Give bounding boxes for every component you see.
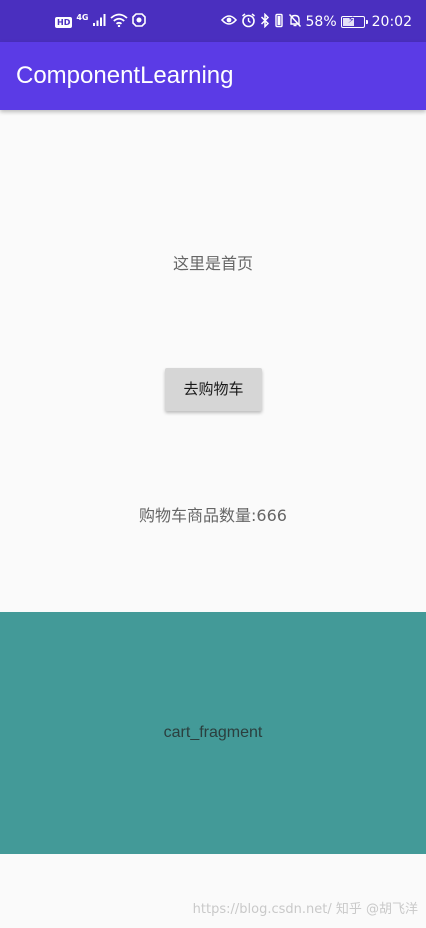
network-badge: 4G [76, 13, 89, 22]
status-bar-right: 58% ⚡ 20:02 [220, 12, 412, 32]
app-title: ComponentLearning [16, 62, 234, 89]
cart-fragment: cart_fragment [0, 612, 426, 854]
bluetooth-icon [260, 12, 270, 32]
vibrate-icon [274, 13, 284, 32]
eye-icon [220, 14, 237, 30]
signal-icon [92, 13, 106, 31]
watermark: https://blog.csdn.net/ 知乎 @胡飞洋 [192, 902, 418, 917]
battery-percent: 58% [305, 14, 337, 30]
battery-icon: ⚡ [340, 15, 368, 28]
cart-count-text: 购物车商品数量:666 [139, 506, 287, 525]
go-to-cart-button[interactable]: 去购物车 [165, 368, 262, 411]
screen: HD 4G 58% ⚡ 20:02 ComponentLearning 这里是首… [0, 0, 426, 928]
alarm-icon [241, 12, 256, 32]
home-label: 这里是首页 [172, 254, 253, 273]
hd-badge: HD [55, 16, 73, 28]
wifi-icon [110, 13, 129, 31]
charging-bolt-icon: ⚡ [347, 15, 355, 26]
shield-app-icon [132, 13, 147, 31]
app-bar: ComponentLearning [0, 42, 426, 110]
clock: 20:02 [371, 14, 412, 30]
mute-icon [288, 13, 302, 32]
cart-fragment-label: cart_fragment [163, 724, 263, 741]
status-bar-left: HD 4G [55, 12, 147, 32]
status-bar: HD 4G 58% ⚡ 20:02 [0, 0, 426, 42]
